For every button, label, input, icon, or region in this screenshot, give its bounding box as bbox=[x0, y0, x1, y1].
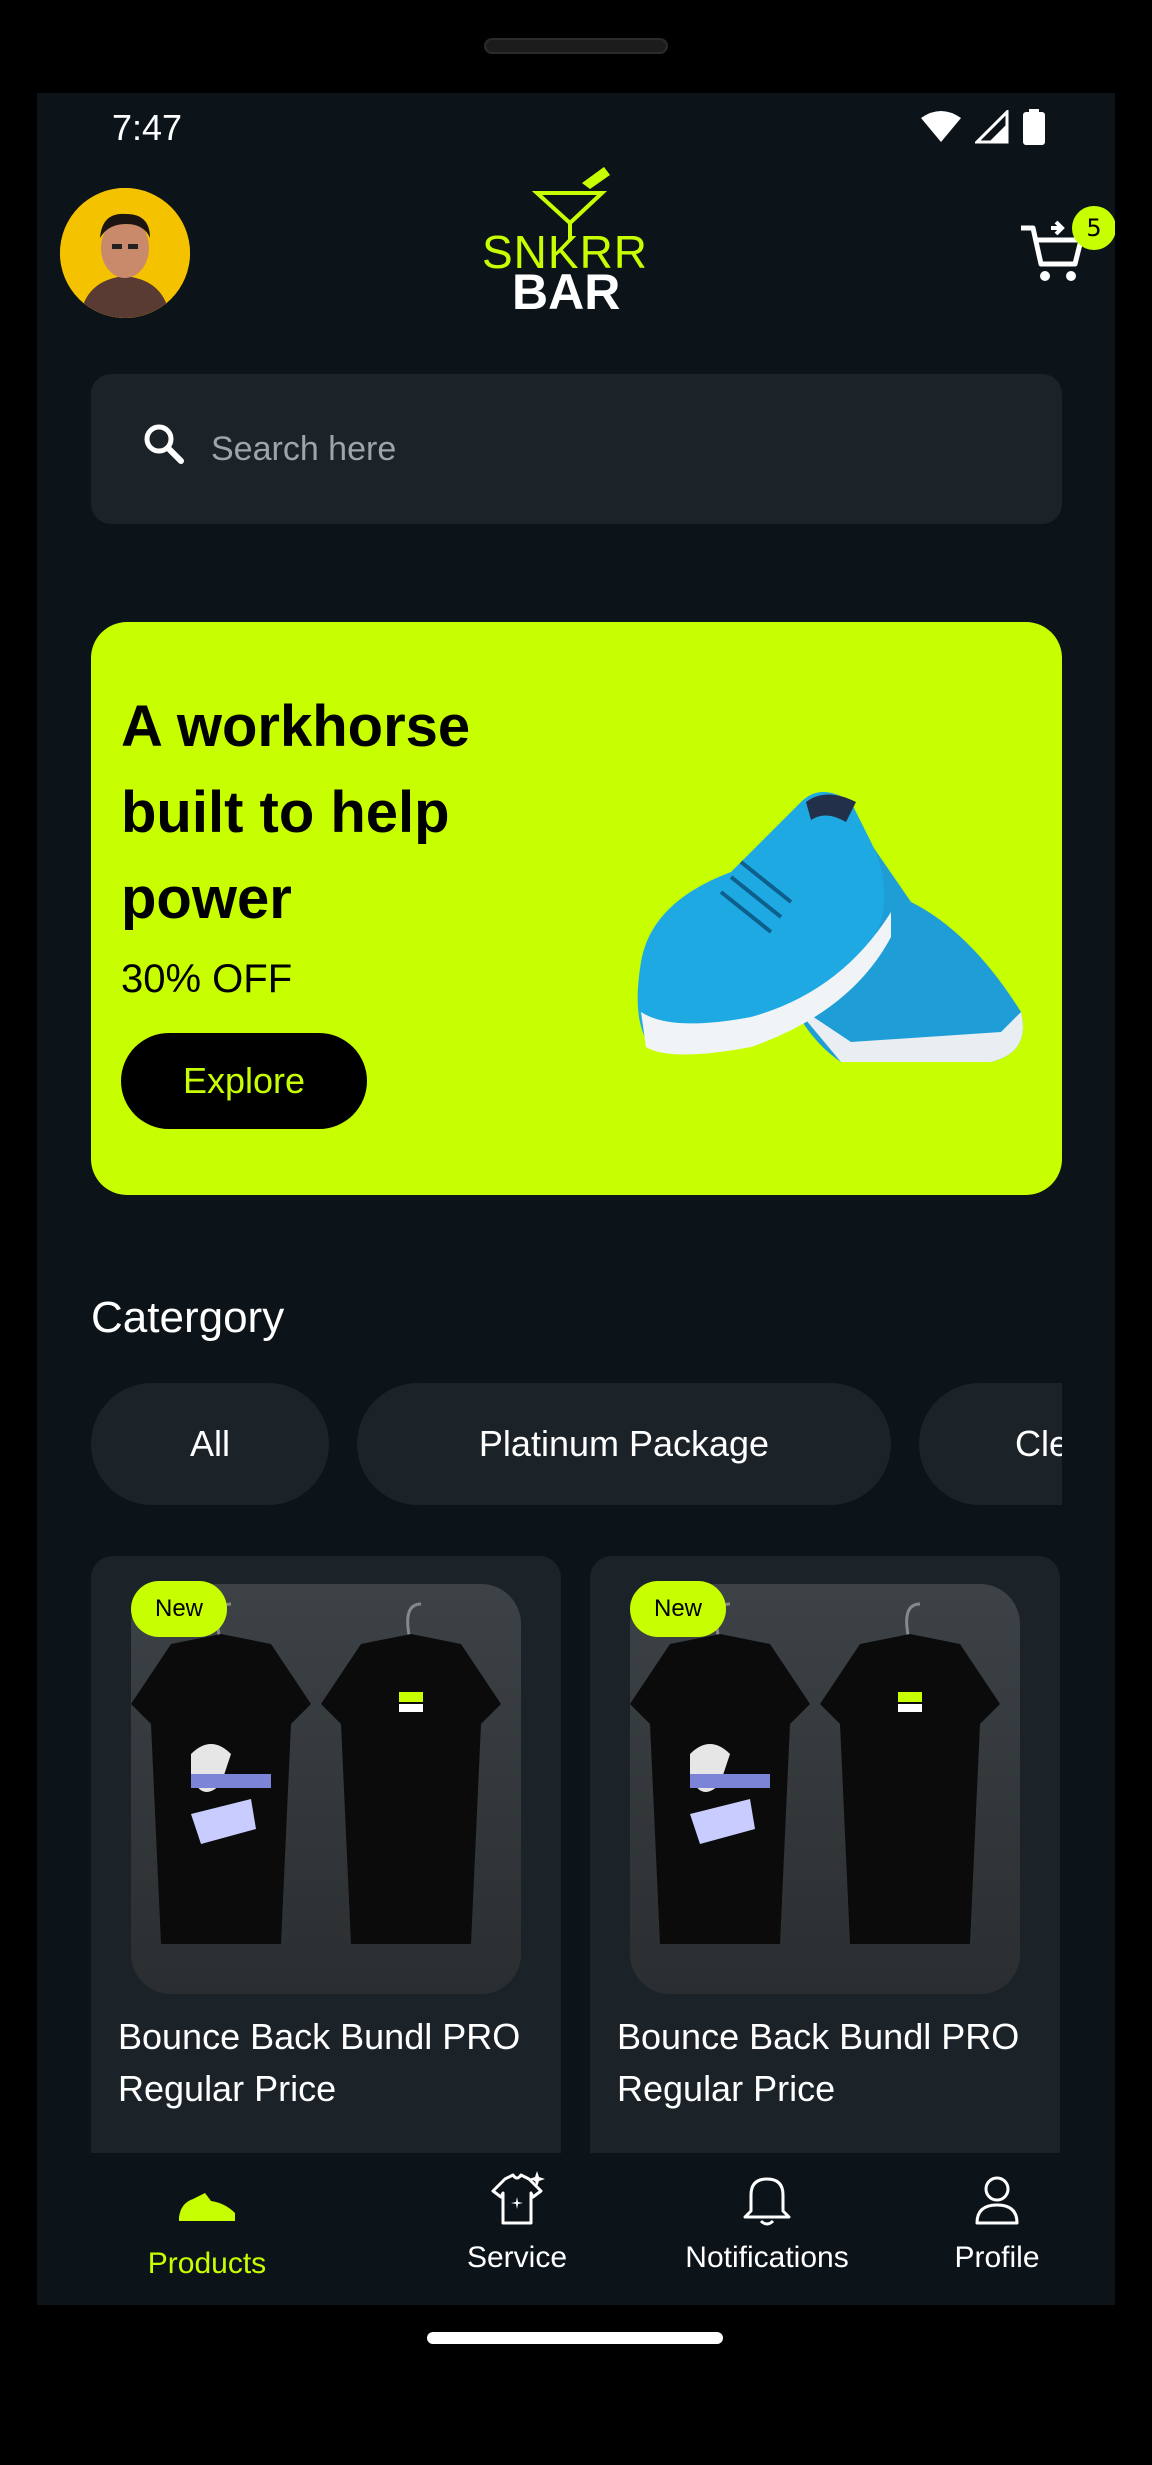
promo-banner[interactable]: A workhorse built to help power 30% OFF … bbox=[91, 622, 1062, 1195]
explore-button[interactable]: Explore bbox=[121, 1033, 367, 1129]
search-bar[interactable] bbox=[91, 374, 1062, 524]
nav-label: Profile bbox=[954, 2241, 1040, 2274]
status-time: 7:47 bbox=[112, 107, 183, 148]
tshirt-sparkle-icon bbox=[491, 2171, 545, 2225]
status-icons bbox=[921, 109, 1045, 145]
chip-cle[interactable]: Cle bbox=[919, 1383, 1062, 1505]
new-badge: New bbox=[131, 1581, 227, 1637]
brand-logo: SNKRR BAR bbox=[482, 163, 682, 320]
user-photo bbox=[60, 188, 190, 318]
speaker-grille bbox=[484, 38, 668, 54]
phone-frame: 7:47 SNKRR BAR 5 Search here A workhorse… bbox=[0, 0, 1152, 2465]
avatar[interactable] bbox=[60, 188, 190, 318]
cellular-signal-icon bbox=[975, 110, 1009, 144]
nav-item-service[interactable]: Service bbox=[437, 2153, 597, 2305]
wifi-icon bbox=[921, 111, 961, 142]
tshirts-image bbox=[131, 1602, 501, 1944]
sneaker-image bbox=[637, 792, 1023, 1062]
search-icon bbox=[144, 424, 184, 464]
nav-label: Notifications bbox=[685, 2241, 849, 2274]
banner-discount: 30% OFF bbox=[121, 957, 293, 1001]
cart-count-badge: 5 bbox=[1072, 206, 1115, 250]
product-name: Bounce Back Bundl PRO Regular Price bbox=[118, 2016, 521, 2109]
chip-all[interactable]: All bbox=[91, 1383, 329, 1505]
new-badge: New bbox=[630, 1581, 726, 1637]
nav-label: Products bbox=[147, 2247, 267, 2280]
nav-item-profile[interactable]: Profile bbox=[917, 2153, 1077, 2305]
bottom-navigation: Products Service Notifications Profile bbox=[37, 2153, 1115, 2305]
product-image bbox=[630, 1584, 1020, 1994]
tshirts-image bbox=[630, 1602, 1000, 1944]
search-input[interactable] bbox=[211, 419, 1011, 479]
category-chips: All Platinum Package Cle bbox=[91, 1383, 1062, 1505]
nav-item-notifications[interactable]: Notifications bbox=[652, 2153, 882, 2305]
logo-text-bottom: BAR bbox=[512, 264, 621, 320]
product-name: Bounce Back Bundl PRO Regular Price bbox=[617, 2016, 1020, 2109]
category-title: Catergory bbox=[91, 1293, 285, 1342]
nav-item-products[interactable]: Products bbox=[127, 2153, 287, 2305]
user-icon bbox=[975, 2176, 1019, 2225]
banner-title: A workhorse built to help power bbox=[121, 694, 471, 931]
shoe-icon bbox=[179, 2193, 235, 2221]
product-card[interactable]: New Bounce Back Bundl PRO Regular Price bbox=[590, 1556, 1060, 2256]
product-card[interactable]: New Bounce Back Bundl PRO Regular Price bbox=[91, 1556, 561, 2256]
battery-icon bbox=[1023, 109, 1045, 145]
home-indicator[interactable] bbox=[427, 2332, 723, 2344]
app-screen: 7:47 SNKRR BAR 5 Search here A workhorse… bbox=[37, 93, 1115, 2305]
bell-icon bbox=[743, 2177, 791, 2226]
status-bar: 7:47 bbox=[37, 93, 1115, 163]
nav-label: Service bbox=[466, 2241, 568, 2274]
product-image bbox=[131, 1584, 521, 1994]
chip-platinum-package[interactable]: Platinum Package bbox=[357, 1383, 891, 1505]
